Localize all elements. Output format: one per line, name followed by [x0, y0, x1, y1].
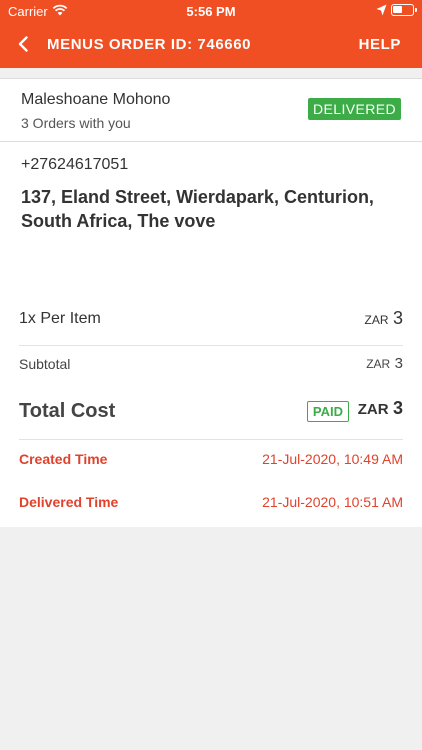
item-label: 1x Per Item	[19, 310, 101, 327]
customer-card: Maleshoane Mohono 3 Orders with you DELI…	[0, 78, 422, 142]
subtotal-label: Subtotal	[19, 356, 71, 372]
order-details-card: +27624617051 137, Eland Street, Wierdapa…	[0, 142, 422, 527]
divider	[19, 439, 403, 440]
customer-order-count: 3 Orders with you	[21, 115, 131, 131]
status-bar: Carrier 5:56 PM	[0, 0, 422, 22]
total-label: Total Cost	[19, 400, 116, 422]
delivered-time-label: Delivered Time	[19, 494, 119, 510]
delivered-time-value: 21-Jul-2020, 10:51 AM	[262, 494, 403, 510]
customer-name: Maleshoane Mohono	[21, 91, 171, 108]
subtotal-price: ZAR 3	[366, 355, 403, 373]
paid-badge: PAID	[306, 401, 349, 422]
divider	[19, 345, 403, 346]
total-amount: 3	[392, 398, 403, 418]
total-price: ZAR 3	[358, 398, 403, 419]
back-chevron-icon[interactable]	[14, 34, 34, 54]
navigation-bar: MENUS ORDER ID: 746660 HELP	[0, 22, 422, 68]
page-title: MENUS ORDER ID: 746660	[47, 36, 252, 53]
customer-phone[interactable]: +27624617051	[21, 156, 128, 174]
status-time: 5:56 PM	[186, 4, 236, 19]
item-price: ZAR 3	[365, 308, 403, 329]
created-time-label: Created Time	[19, 451, 108, 467]
total-currency: ZAR	[357, 401, 389, 418]
help-button[interactable]: HELP	[359, 36, 401, 53]
subtotal-amount: 3	[394, 355, 403, 372]
created-time-value: 21-Jul-2020, 10:49 AM	[262, 451, 403, 467]
delivery-status-badge: DELIVERED	[308, 98, 401, 120]
subtotal-currency: ZAR	[366, 357, 391, 371]
item-amount: 3	[392, 308, 403, 328]
total-row: Total Cost PAID ZAR 3	[19, 396, 403, 436]
location-arrow-icon	[376, 4, 387, 16]
created-time-row: Created Time 21-Jul-2020, 10:49 AM	[19, 451, 403, 481]
battery-icon	[391, 4, 417, 16]
delivered-time-row: Delivered Time 21-Jul-2020, 10:51 AM	[19, 494, 403, 524]
order-item-row: 1x Per Item ZAR 3	[19, 306, 403, 346]
subtotal-row: Subtotal ZAR 3	[19, 352, 403, 392]
delivery-address: 137, Eland Street, Wierdapark, Centurion…	[21, 187, 374, 231]
item-currency: ZAR	[364, 313, 389, 327]
